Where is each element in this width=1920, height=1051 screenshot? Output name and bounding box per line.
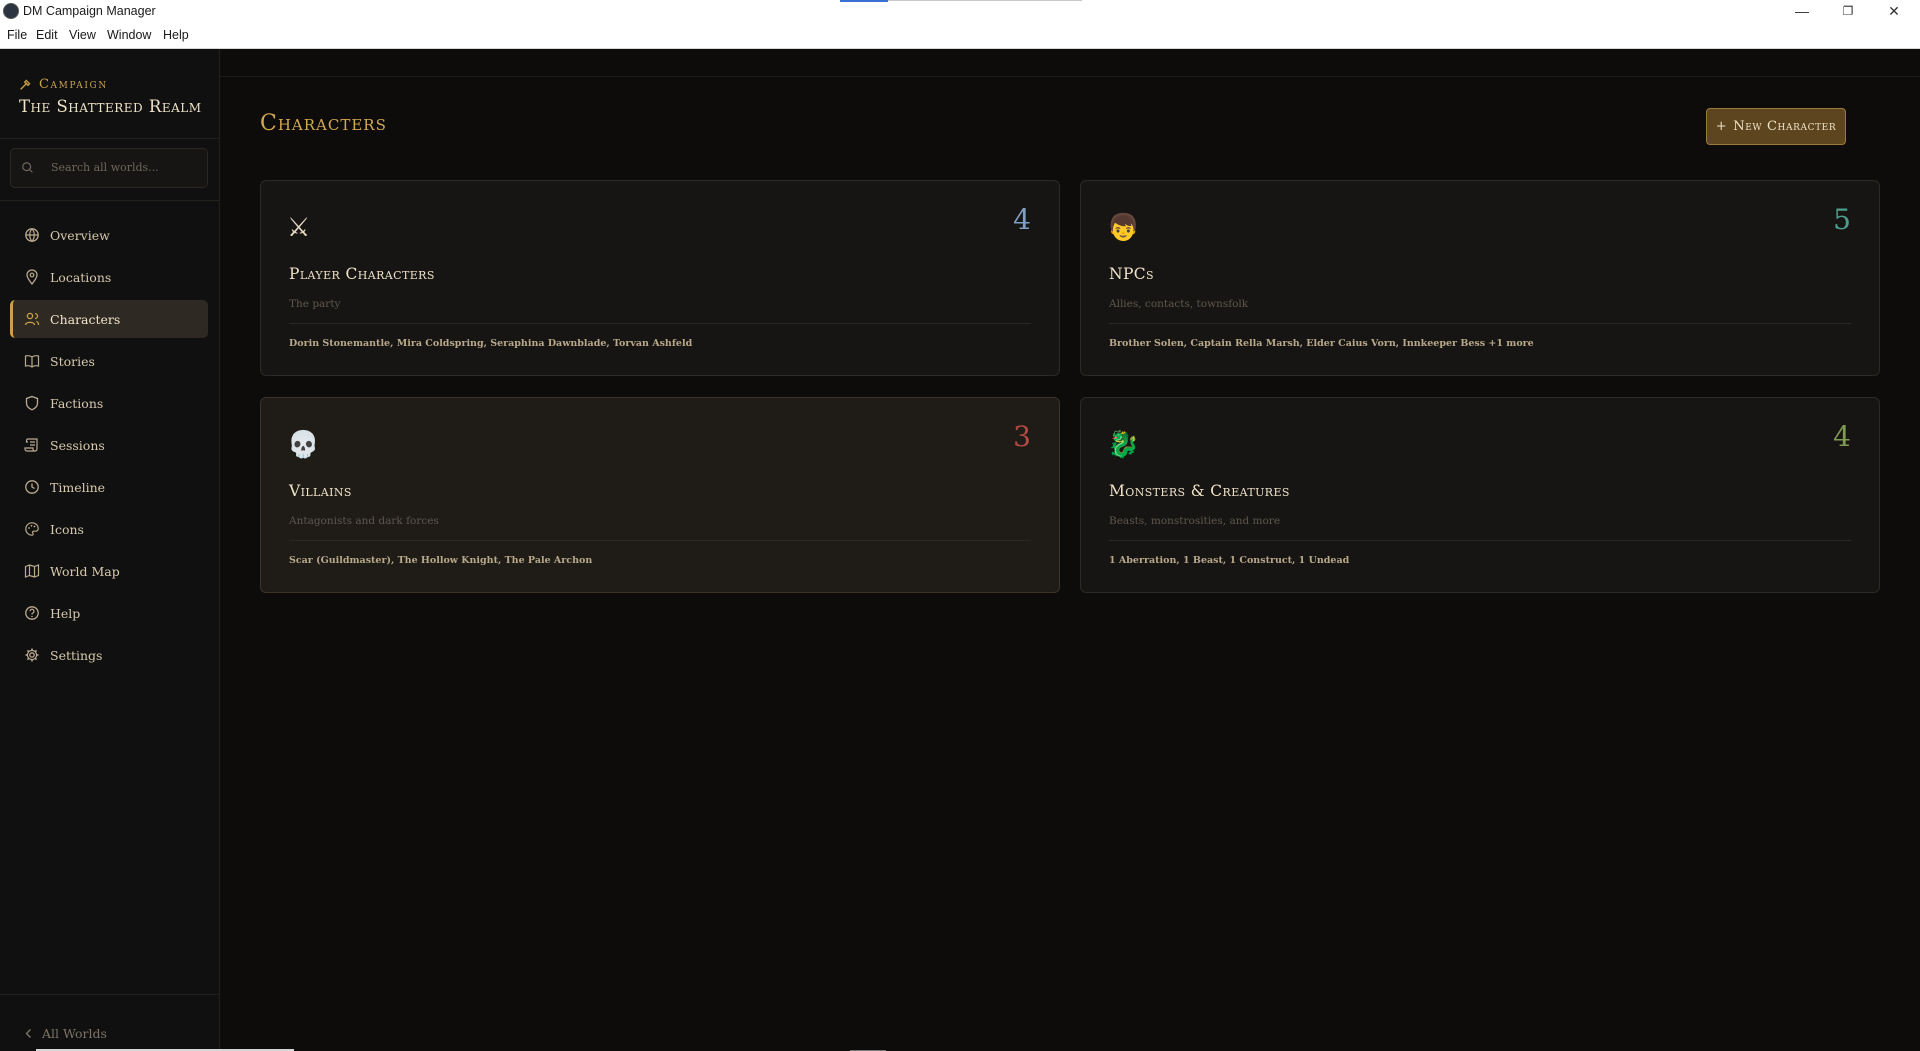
sidebar-item-label: Stories <box>50 353 95 369</box>
sidebar-divider <box>0 994 219 995</box>
sidebar-item-locations[interactable]: Locations <box>10 258 208 296</box>
sidebar-item-factions[interactable]: Factions <box>10 384 208 422</box>
card-title: Villains <box>289 482 352 500</box>
book-icon <box>24 353 40 369</box>
all-worlds-label: All Worlds <box>42 1026 107 1041</box>
sidebar-item-settings[interactable]: Settings <box>10 636 208 674</box>
sidebar-item-label: Sessions <box>50 437 105 453</box>
card-count: 3 <box>1013 420 1031 453</box>
crossed-swords-icon: ⚔ <box>287 213 311 243</box>
sidebar-item-label: Timeline <box>50 479 106 495</box>
search-icon <box>22 162 33 173</box>
sidebar-divider <box>0 200 219 201</box>
map-pin-icon <box>24 269 40 285</box>
plus-icon: + <box>1715 119 1728 134</box>
sidebar-item-icons[interactable]: Icons <box>10 510 208 548</box>
menu-view[interactable]: View <box>69 28 96 42</box>
card-divider <box>1109 323 1851 324</box>
sidebar-item-label: Factions <box>50 395 104 411</box>
app-icon <box>3 3 19 19</box>
card-title: Monsters & Creatures <box>1109 482 1290 500</box>
page-title: Characters <box>260 111 387 136</box>
card-members: Brother Solen, Captain Rella Marsh, Elde… <box>1109 338 1534 349</box>
card-count: 4 <box>1013 203 1031 236</box>
sidebar-item-stories[interactable]: Stories <box>10 342 208 380</box>
card-members: Scar (Guildmaster), The Hollow Knight, T… <box>289 555 593 566</box>
campaign-brand: Campaign The Shattered Realm <box>19 77 202 116</box>
sidebar-item-world-map[interactable]: World Map <box>10 552 208 590</box>
sidebar-item-label: Locations <box>50 269 112 285</box>
all-worlds-link[interactable]: All Worlds <box>24 1026 107 1041</box>
person-icon: 👦 <box>1107 213 1140 243</box>
card-divider <box>1109 540 1851 541</box>
users-icon <box>24 311 40 327</box>
menu-window[interactable]: Window <box>107 28 151 42</box>
map-icon <box>24 563 40 579</box>
scroll-icon <box>24 437 40 453</box>
card-count: 5 <box>1833 203 1851 236</box>
chevron-left-icon <box>25 1029 31 1038</box>
sidebar-item-overview[interactable]: Overview <box>10 216 208 254</box>
category-card-player-characters[interactable]: ⚔ 4 Player Characters The party Dorin St… <box>260 180 1060 376</box>
sidebar-item-label: Icons <box>50 521 84 537</box>
sidebar-item-label: Characters <box>50 311 121 327</box>
clock-icon <box>24 479 40 495</box>
menu-file[interactable]: File <box>7 28 27 42</box>
sidebar-item-label: Overview <box>50 227 110 243</box>
new-character-label: New Character <box>1733 119 1837 134</box>
sidebar-item-help[interactable]: Help <box>10 594 208 632</box>
menu-help[interactable]: Help <box>163 28 189 42</box>
search-box <box>10 148 208 188</box>
category-card-monsters[interactable]: 🐉 4 Monsters & Creatures Beasts, monstro… <box>1080 397 1880 593</box>
card-divider <box>289 323 1031 324</box>
card-subtitle: Antagonists and dark forces <box>289 515 439 527</box>
card-members: 1 Aberration, 1 Beast, 1 Construct, 1 Un… <box>1109 555 1350 566</box>
dragon-icon: 🐉 <box>1107 430 1140 460</box>
category-card-villains[interactable]: 💀 3 Villains Antagonists and dark forces… <box>260 397 1060 593</box>
minimize-button[interactable]: — <box>1780 0 1824 22</box>
shield-icon <box>24 395 40 411</box>
sidebar-item-sessions[interactable]: Sessions <box>10 426 208 464</box>
card-count: 4 <box>1833 420 1851 453</box>
quill-icon <box>20 79 31 90</box>
skull-icon: 💀 <box>287 430 320 460</box>
card-members: Dorin Stonemantle, Mira Coldspring, Sera… <box>289 338 693 349</box>
gear-icon <box>24 647 40 663</box>
restore-button[interactable]: ❐ <box>1826 0 1870 22</box>
card-subtitle: Beasts, monstrosities, and more <box>1109 515 1281 527</box>
sidebar-divider <box>0 138 219 139</box>
sidebar-item-timeline[interactable]: Timeline <box>10 468 208 506</box>
card-title: Player Characters <box>289 265 435 283</box>
titlebar-divider <box>888 0 1082 1</box>
sidebar-item-label: Help <box>50 605 81 621</box>
header-divider <box>220 76 1920 77</box>
card-divider <box>289 540 1031 541</box>
world-name: The Shattered Realm <box>19 97 202 116</box>
main-content: Characters + New Character ⚔ 4 Player Ch… <box>220 49 1920 1051</box>
campaign-eyebrow: Campaign <box>19 77 202 92</box>
search-input[interactable] <box>49 160 203 175</box>
category-card-npcs[interactable]: 👦 5 NPCs Allies, contacts, townsfolk Bro… <box>1080 180 1880 376</box>
campaign-label: Campaign <box>39 77 108 92</box>
window-title: DM Campaign Manager <box>23 4 156 18</box>
sidebar-item-label: World Map <box>50 563 120 579</box>
sidebar-item-characters[interactable]: Characters <box>10 300 208 338</box>
menu-bar: File Edit View Window Help <box>0 22 1920 49</box>
new-character-button[interactable]: + New Character <box>1706 108 1846 145</box>
titlebar-accent <box>840 0 888 2</box>
menu-edit[interactable]: Edit <box>36 28 58 42</box>
card-subtitle: Allies, contacts, townsfolk <box>1109 298 1249 310</box>
card-subtitle: The party <box>289 298 341 310</box>
card-title: NPCs <box>1109 265 1154 283</box>
palette-icon <box>24 521 40 537</box>
help-circle-icon <box>24 605 40 621</box>
sidebar: Campaign The Shattered Realm Overview Lo… <box>0 49 294 1051</box>
title-bar: DM Campaign Manager — ❐ ✕ <box>0 0 1920 22</box>
close-button[interactable]: ✕ <box>1872 0 1916 22</box>
globe-icon <box>24 227 40 243</box>
sidebar-item-label: Settings <box>50 647 103 663</box>
